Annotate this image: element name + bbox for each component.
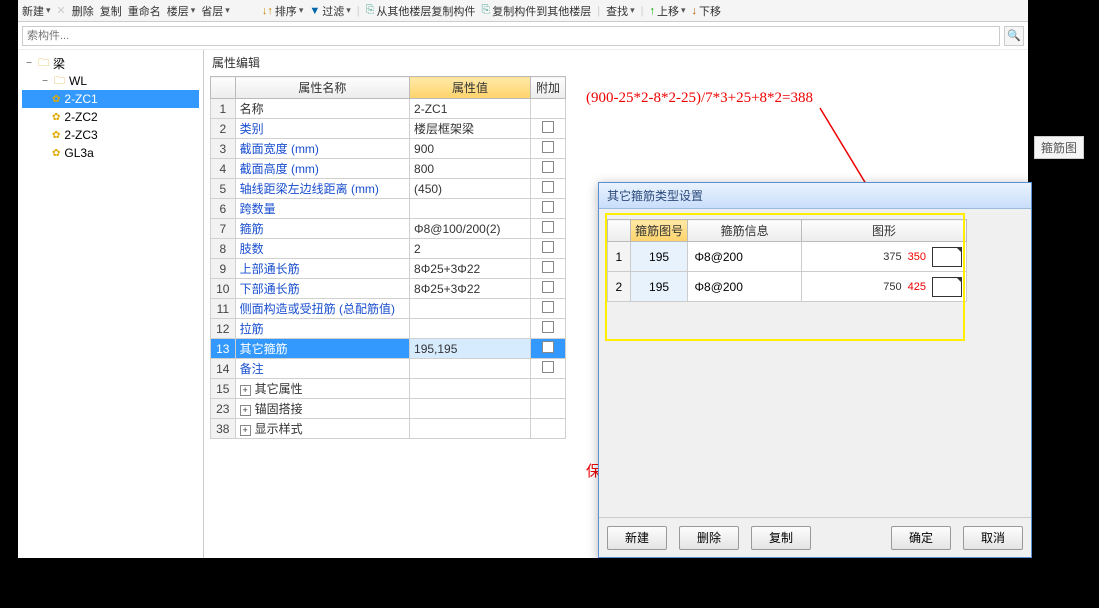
checkbox[interactable] <box>542 301 554 313</box>
prop-row[interactable]: 14备注 <box>211 359 566 379</box>
checkbox[interactable] <box>542 141 554 153</box>
dialog-new-button[interactable]: 新建 <box>607 526 667 550</box>
tb-down[interactable]: ↓下移 <box>692 3 722 19</box>
checkbox[interactable] <box>542 281 554 293</box>
annotation-formula1: (900-25*2-8*2-25)/7*3+25+8*2=388 <box>586 90 813 107</box>
dialog-title: 其它箍筋类型设置 <box>599 183 1031 209</box>
checkbox[interactable] <box>542 241 554 253</box>
prop-row[interactable]: 38+显示样式 <box>211 419 566 439</box>
collapse-icon: − <box>24 58 34 69</box>
tb-floor[interactable]: 楼层▾ <box>167 3 196 19</box>
col-value: 属性值 <box>410 77 531 99</box>
prop-row[interactable]: 23+锚固搭接 <box>211 399 566 419</box>
checkbox[interactable] <box>542 201 554 213</box>
prop-row[interactable]: 10下部通长筋8Φ25+3Φ22 <box>211 279 566 299</box>
col-stirrup-no: 箍筋图号 <box>630 220 688 242</box>
dialog-copy-button[interactable]: 复制 <box>751 526 811 550</box>
checkbox[interactable] <box>542 161 554 173</box>
main-toolbar: 新建▾ ✕ 删除 复制 重命名 楼层▾ 省层▾ ↓↑排序▾ ▼过滤▾ | ⎘从其… <box>18 0 1028 22</box>
prop-row[interactable]: 3截面宽度 (mm)900 <box>211 139 566 159</box>
tb-del[interactable]: 删除 <box>72 3 94 19</box>
tree-item-zc2[interactable]: ✿ 2-ZC2 <box>22 108 199 126</box>
tree-wl[interactable]: − 🗀 WL <box>22 72 199 90</box>
prop-row[interactable]: 4截面高度 (mm)800 <box>211 159 566 179</box>
tb-copyto[interactable]: ⎘复制构件到其他楼层 <box>481 3 591 19</box>
prop-row[interactable]: 1名称2-ZC1 <box>211 99 566 119</box>
property-table: 属性名称 属性值 附加 1名称2-ZC12类别楼层框架梁3截面宽度 (mm)90… <box>210 76 566 439</box>
tree-item-zc1[interactable]: ✿ 2-ZC1 <box>22 90 199 108</box>
col-stirrup-shape: 图形 <box>801 220 966 242</box>
prop-row[interactable]: 13其它箍筋195,195 <box>211 339 566 359</box>
dialog-delete-button[interactable]: 删除 <box>679 526 739 550</box>
checkbox[interactable] <box>542 321 554 333</box>
gear-icon: ✿ <box>52 130 60 141</box>
tb-copyfrom[interactable]: ⎘从其他楼层复制构件 <box>366 3 476 19</box>
gear-icon: ✿ <box>52 112 60 123</box>
search-input[interactable] <box>22 26 1000 46</box>
prop-row[interactable]: 2类别楼层框架梁 <box>211 119 566 139</box>
folder-icon: 🗀 <box>38 54 49 73</box>
tb-sort[interactable]: ↓↑排序▾ <box>262 3 304 19</box>
tree-item-zc3[interactable]: ✿ 2-ZC3 <box>22 126 199 144</box>
gear-icon: ✿ <box>52 94 60 105</box>
tb-filter[interactable]: ▼过滤▾ <box>309 3 350 19</box>
prop-row[interactable]: 15+其它属性 <box>211 379 566 399</box>
folder-icon: 🗀 <box>54 72 65 91</box>
prop-row[interactable]: 6跨数量 <box>211 199 566 219</box>
prop-row[interactable]: 8肢数2 <box>211 239 566 259</box>
stirrup-shape-icon <box>932 247 962 267</box>
checkbox[interactable] <box>542 361 554 373</box>
checkbox[interactable] <box>542 341 554 353</box>
tree-root-beam[interactable]: − 🗀 梁 <box>22 54 199 72</box>
stirrup-row[interactable]: 1195Φ8@200375350 <box>608 242 967 272</box>
collapse-icon: − <box>40 76 50 87</box>
search-icon: 🔍 <box>1007 29 1021 42</box>
tree-item-gl3a[interactable]: ✿ GL3a <box>22 144 199 162</box>
property-panel-title: 属性编辑 <box>204 50 1028 75</box>
prop-row[interactable]: 12拉筋 <box>211 319 566 339</box>
tree-wl-label: WL <box>69 74 87 88</box>
checkbox[interactable] <box>542 261 554 273</box>
tb-new[interactable]: 新建▾ <box>22 3 51 19</box>
prop-row[interactable]: 11侧面构造或受扭筋 (总配筋值) <box>211 299 566 319</box>
stirrup-table: 箍筋图号 箍筋信息 图形 1195Φ8@2003753502195Φ8@2007… <box>607 219 967 302</box>
component-tree: − 🗀 梁 − 🗀 WL ✿ 2-ZC1 ✿ 2-ZC2 ✿ 2-ZC3 <box>18 50 204 558</box>
stirrup-shape-icon <box>932 277 962 297</box>
stirrup-row[interactable]: 2195Φ8@200750425 <box>608 272 967 302</box>
col-stirrup-info: 箍筋信息 <box>688 220 801 242</box>
dialog-cancel-button[interactable]: 取消 <box>963 526 1023 550</box>
prop-row[interactable]: 5轴线距梁左边线距离 (mm)(450) <box>211 179 566 199</box>
gear-icon: ✿ <box>52 148 60 159</box>
tb-find[interactable]: 查找▾ <box>606 3 635 19</box>
col-name: 属性名称 <box>235 77 409 99</box>
tree-root-label: 梁 <box>53 55 65 72</box>
checkbox[interactable] <box>542 221 554 233</box>
tb-copy[interactable]: 复制 <box>100 3 122 19</box>
col-add: 附加 <box>531 77 566 99</box>
search-button[interactable]: 🔍 <box>1004 26 1024 46</box>
tb-up[interactable]: ↑上移▾ <box>650 3 686 19</box>
prop-row[interactable]: 9上部通长筋8Φ25+3Φ22 <box>211 259 566 279</box>
stirrup-type-dialog: 其它箍筋类型设置 箍筋图号 箍筋信息 图形 1195Φ8@20037535021… <box>598 182 1032 558</box>
checkbox[interactable] <box>542 181 554 193</box>
prop-row[interactable]: 7箍筋Φ8@100/200(2) <box>211 219 566 239</box>
checkbox[interactable] <box>542 121 554 133</box>
side-tab-stirrup[interactable]: 箍筋图 <box>1034 136 1084 159</box>
tb-layer[interactable]: 省层▾ <box>201 3 230 19</box>
dialog-ok-button[interactable]: 确定 <box>891 526 951 550</box>
tb-rename[interactable]: 重命名 <box>128 3 161 19</box>
